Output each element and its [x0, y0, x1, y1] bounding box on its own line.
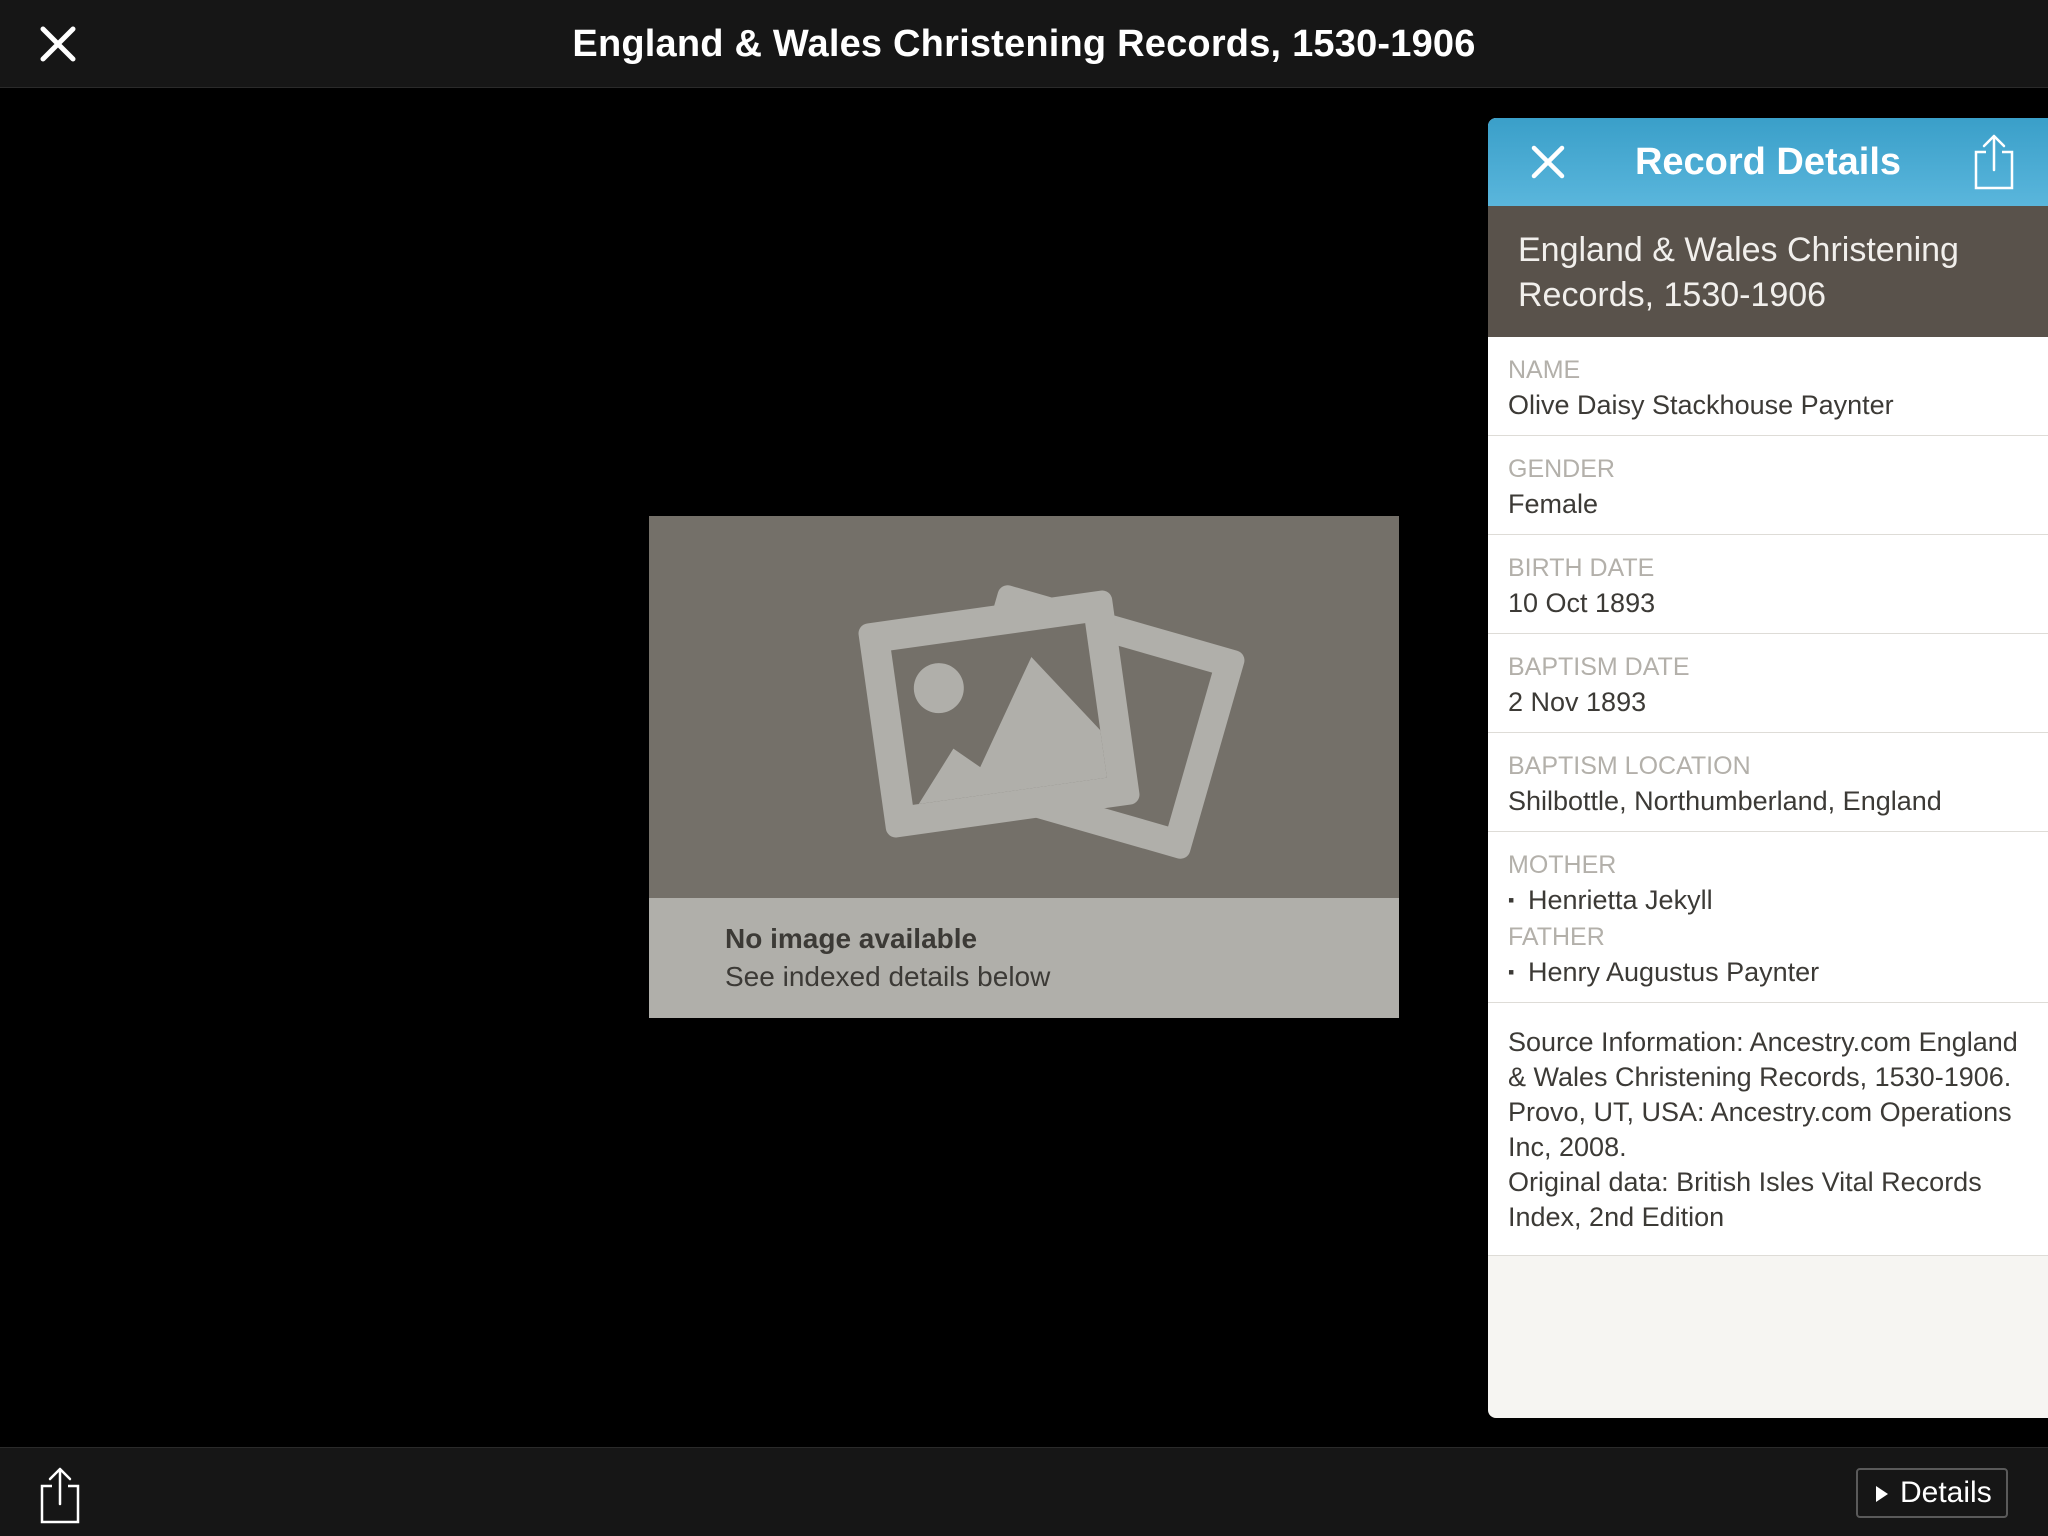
- photo-stack-icon: [858, 585, 1245, 859]
- no-image-subtitle: See indexed details below: [725, 961, 1051, 992]
- record-details-panel: Record Details England & Wales Christeni…: [1488, 118, 2048, 1418]
- mother-value: Henrietta Jekyll: [1508, 882, 2028, 918]
- field-birth-date: BIRTH DATE 10 Oct 1893: [1488, 535, 2048, 634]
- field-label: NAME: [1508, 356, 1581, 384]
- no-image-placeholder: No image available See indexed details b…: [649, 516, 1399, 1018]
- bottom-bar: Details: [0, 1447, 2048, 1536]
- field-label: BAPTISM DATE: [1508, 653, 1690, 681]
- mother-label: MOTHER: [1508, 851, 1617, 879]
- placeholder-art: [649, 516, 1399, 898]
- source-information: Source Information: Ancestry.com England…: [1488, 1003, 2048, 1256]
- share-icon: [1974, 134, 2014, 190]
- record-fields: NAME Olive Daisy Stackhouse Paynter GEND…: [1488, 337, 2048, 1256]
- share-icon: [40, 1467, 80, 1524]
- collection-title: England & Wales Christening Records, 153…: [1488, 206, 2048, 337]
- field-name: NAME Olive Daisy Stackhouse Paynter: [1488, 337, 2048, 436]
- source-citation: Source Information: Ancestry.com England…: [1508, 1027, 2018, 1162]
- field-label: BAPTISM LOCATION: [1508, 752, 1751, 780]
- field-value: Female: [1508, 489, 1599, 519]
- placeholder-caption: No image available See indexed details b…: [649, 898, 1399, 1018]
- page-title: England & Wales Christening Records, 153…: [572, 23, 1476, 65]
- panel-title: Record Details: [1634, 141, 1902, 183]
- father-label: FATHER: [1508, 923, 1605, 951]
- field-value: Shilbottle, Northumberland, England: [1508, 786, 1942, 816]
- field-value: 2 Nov 1893: [1508, 687, 1647, 717]
- field-gender: GENDER Female: [1488, 436, 2048, 535]
- field-value: Olive Daisy Stackhouse Paynter: [1508, 390, 1894, 420]
- details-button-label: Details: [1900, 1476, 1992, 1509]
- field-label: BIRTH DATE: [1508, 554, 1655, 582]
- father-value: Henry Augustus Paynter: [1508, 954, 2028, 990]
- field-label: GENDER: [1508, 455, 1615, 483]
- no-image-title: No image available: [725, 923, 978, 954]
- field-baptism-date: BAPTISM DATE 2 Nov 1893: [1488, 634, 2048, 733]
- play-triangle-icon: [1876, 1486, 1888, 1502]
- field-baptism-location: BAPTISM LOCATION Shilbottle, Northumberl…: [1488, 733, 2048, 832]
- share-button[interactable]: [36, 1464, 84, 1526]
- panel-header: Record Details: [1488, 118, 2048, 206]
- top-bar: England & Wales Christening Records, 153…: [0, 0, 2048, 88]
- source-original-data: Original data: British Isles Vital Recor…: [1508, 1167, 1982, 1232]
- details-button[interactable]: Details: [1856, 1468, 2008, 1518]
- field-value: 10 Oct 1893: [1508, 588, 1656, 618]
- field-parents: MOTHER Henrietta Jekyll FATHER Henry Aug…: [1488, 832, 2048, 1003]
- panel-share-button[interactable]: [1970, 132, 2018, 192]
